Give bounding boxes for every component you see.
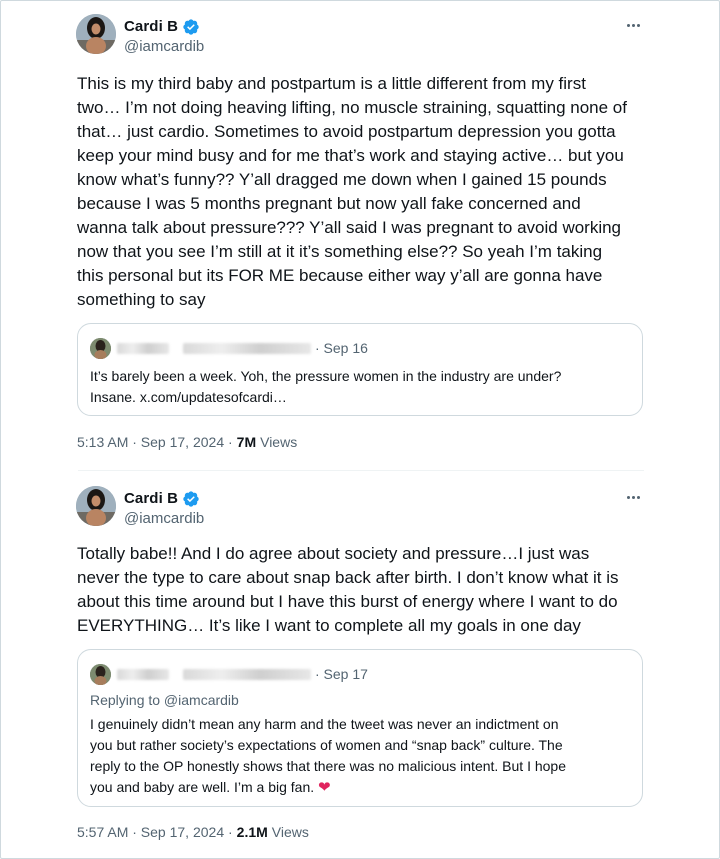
views-label: Views <box>260 434 298 450</box>
views-count: 2.1M <box>236 824 268 840</box>
quoted-text: It’s barely been a week. Yoh, the pressu… <box>90 368 562 405</box>
replying-to[interactable]: Replying to @iamcardib <box>90 692 239 708</box>
more-options-icon[interactable] <box>622 490 644 504</box>
timestamp[interactable]: 5:13 AM · Sep 17, 2024 · <box>77 434 233 450</box>
quoted-avatar <box>90 337 111 359</box>
avatar[interactable] <box>76 486 116 526</box>
tweet-text: This is my third baby and postpartum is … <box>77 74 627 309</box>
author-name[interactable]: Cardi B <box>124 18 178 35</box>
more-options-icon[interactable] <box>622 18 644 32</box>
quoted-tweet[interactable]: · Sep 17 Replying to @iamcardib I genuin… <box>77 649 643 807</box>
author-block: Cardi B @iamcardib <box>124 489 204 527</box>
blurred-name <box>117 668 169 680</box>
author-handle[interactable]: @iamcardib <box>124 38 204 55</box>
verified-badge-icon <box>182 18 200 36</box>
tweet-meta: 5:13 AM · Sep 17, 2024 · 7M Views <box>77 434 297 450</box>
author-name[interactable]: Cardi B <box>124 490 178 507</box>
views-label: Views <box>271 824 309 840</box>
quoted-tweet[interactable]: · Sep 16 It’s barely been a week. Yoh, t… <box>77 323 643 416</box>
verified-badge-icon <box>182 490 200 508</box>
divider <box>78 470 644 471</box>
views-count: 7M <box>236 434 257 450</box>
blurred-name <box>117 342 169 354</box>
author-handle[interactable]: @iamcardib <box>124 510 204 527</box>
tweet-text: Totally babe!! And I do agree about soci… <box>77 544 619 635</box>
avatar[interactable] <box>76 14 116 54</box>
quoted-text: I genuinely didn’t mean any harm and the… <box>90 714 635 798</box>
blurred-handle <box>183 342 311 354</box>
blurred-handle <box>183 668 311 680</box>
author-block: Cardi B @iamcardib <box>124 17 204 55</box>
tweet-meta: 5:57 AM · Sep 17, 2024 · 2.1M Views <box>77 824 309 840</box>
quoted-avatar <box>90 663 111 685</box>
quoted-date[interactable]: · Sep 17 <box>315 666 368 682</box>
timestamp[interactable]: 5:57 AM · Sep 17, 2024 · <box>77 824 233 840</box>
quoted-date[interactable]: · Sep 16 <box>315 340 368 356</box>
heart-emoji: ❤ <box>318 779 331 796</box>
